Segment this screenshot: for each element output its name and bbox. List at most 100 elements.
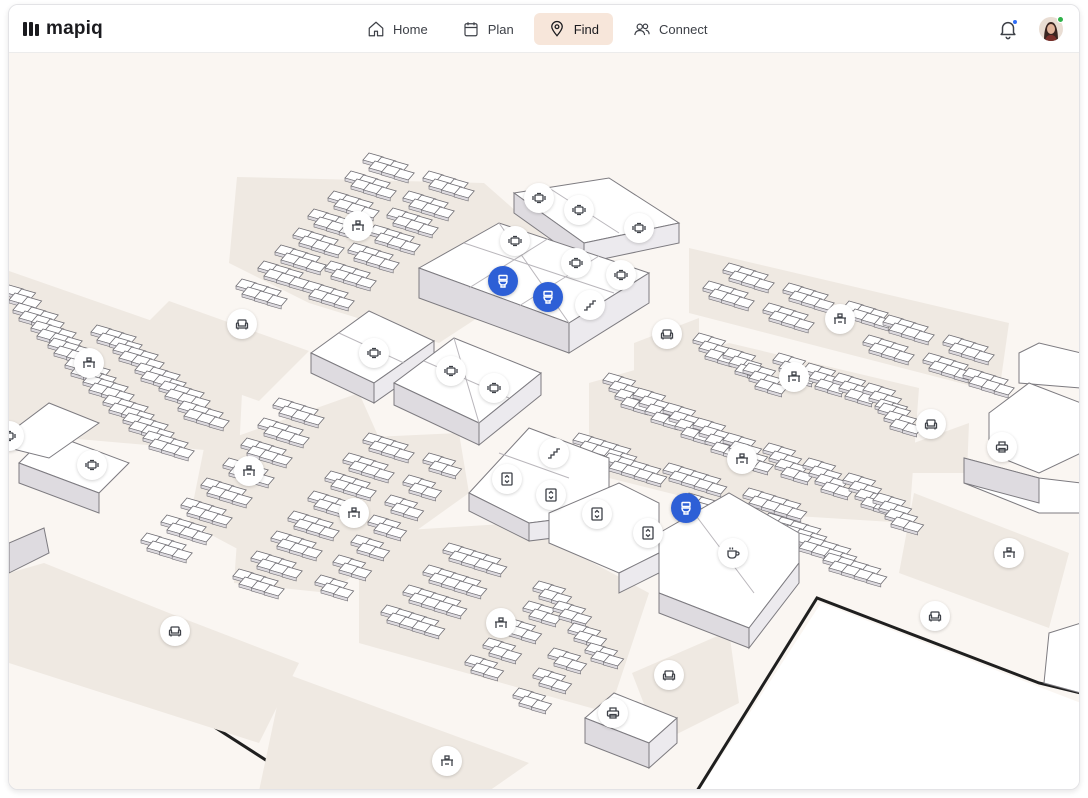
meeting-room-icon <box>632 222 646 234</box>
meeting-room-pin[interactable] <box>624 213 654 243</box>
desk-area-pin[interactable] <box>234 456 264 486</box>
nav-plan[interactable]: Plan <box>448 13 528 45</box>
notifications-button[interactable] <box>997 18 1019 40</box>
desk-area-icon <box>495 617 507 628</box>
desk-area-icon <box>834 313 846 324</box>
meeting-room-icon <box>444 365 458 377</box>
desk-area-pin[interactable] <box>343 211 373 241</box>
coffee-pin[interactable] <box>718 538 748 568</box>
mapiq-logo[interactable]: mapiq <box>23 17 103 41</box>
lounge-pin[interactable] <box>916 409 946 439</box>
printer-icon <box>995 441 1009 453</box>
notification-badge <box>1012 19 1018 25</box>
desk-area-icon <box>441 755 453 766</box>
stairs-pin[interactable] <box>575 290 605 320</box>
meeting-room-icon <box>614 269 628 281</box>
restroom-icon <box>681 501 691 515</box>
restroom-pin[interactable] <box>671 493 701 523</box>
meeting-room-pin[interactable] <box>77 450 107 480</box>
printer-icon <box>606 707 620 719</box>
lounge-icon <box>924 419 938 430</box>
desk-area-icon <box>83 357 95 368</box>
floor-map[interactable] <box>9 53 1079 789</box>
desk-area-pin[interactable] <box>486 608 516 638</box>
nav-home[interactable]: Home <box>353 13 442 45</box>
meeting-room-pin[interactable] <box>524 183 554 213</box>
location-pin-icon <box>550 20 563 37</box>
app-name: mapiq <box>46 18 103 39</box>
meeting-room-pin[interactable] <box>479 373 509 403</box>
lounge-pin[interactable] <box>227 309 257 339</box>
meeting-room-pin[interactable] <box>359 338 389 368</box>
lounge-icon <box>662 670 676 681</box>
desk-area-icon <box>348 507 360 518</box>
elevator-icon <box>545 488 557 502</box>
lounge-icon <box>660 329 674 340</box>
desk-area-pin[interactable] <box>825 304 855 334</box>
meeting-room-icon <box>572 204 586 216</box>
printer-pin[interactable] <box>598 698 628 728</box>
desk-area-icon <box>352 220 364 231</box>
meeting-room-pin[interactable] <box>436 356 466 386</box>
restroom-icon <box>498 274 508 288</box>
desk-area-pin[interactable] <box>74 348 104 378</box>
nav-find[interactable]: Find <box>533 13 614 45</box>
lounge-icon <box>235 319 249 330</box>
stairs-pin[interactable] <box>539 438 569 468</box>
meeting-room-icon <box>532 192 546 204</box>
nav-connect-label: Connect <box>659 21 708 37</box>
logo-mark-icon <box>23 22 40 36</box>
lounge-pin[interactable] <box>160 616 190 646</box>
coffee-icon <box>727 547 740 559</box>
user-avatar[interactable] <box>1039 16 1064 41</box>
online-status-dot <box>1057 16 1064 23</box>
main-nav: Home Plan Find Connect <box>353 13 721 45</box>
app-window: mapiq Home Plan Find Connect <box>8 4 1080 790</box>
elevator-icon <box>501 472 513 486</box>
desk-area-pin[interactable] <box>432 746 462 776</box>
nav-find-label: Find <box>573 21 600 37</box>
restroom-pin[interactable] <box>488 266 518 296</box>
lounge-pin[interactable] <box>920 601 950 631</box>
desk-area-pin[interactable] <box>994 538 1024 568</box>
meeting-room-pin[interactable] <box>500 226 530 256</box>
desk-area-icon <box>788 371 800 382</box>
calendar-icon <box>464 22 478 37</box>
elevator-pin[interactable] <box>582 499 612 529</box>
meeting-room-pin[interactable] <box>561 248 591 278</box>
lounge-icon <box>168 626 182 637</box>
restroom-pin[interactable] <box>533 282 563 312</box>
lounge-icon <box>928 611 942 622</box>
elevator-icon <box>591 507 603 521</box>
printer-pin[interactable] <box>987 432 1017 462</box>
meeting-room-icon <box>85 459 99 471</box>
meeting-room-icon <box>508 235 522 247</box>
stairs-icon <box>548 448 560 459</box>
desk-area-pin[interactable] <box>727 444 757 474</box>
desk-area-icon <box>736 453 748 464</box>
meeting-room-icon <box>487 382 501 394</box>
nav-plan-label: Plan <box>487 21 514 37</box>
desk-area-icon <box>243 465 255 476</box>
nav-home-label: Home <box>393 21 428 37</box>
elevator-pin[interactable] <box>633 518 663 548</box>
desk-area-icon <box>1003 547 1015 558</box>
elevator-pin[interactable] <box>492 464 522 494</box>
desk-area-pin[interactable] <box>779 362 809 392</box>
meeting-room-icon <box>569 257 583 269</box>
desk-area-pin[interactable] <box>339 498 369 528</box>
stairs-icon <box>584 300 596 311</box>
lounge-pin[interactable] <box>654 660 684 690</box>
elevator-pin[interactable] <box>536 480 566 510</box>
nav-connect[interactable]: Connect <box>619 13 721 45</box>
home-icon <box>368 21 384 37</box>
meeting-room-pin[interactable] <box>606 260 636 290</box>
lounge-pin[interactable] <box>652 319 682 349</box>
elevator-icon <box>642 526 654 540</box>
people-icon <box>634 23 650 36</box>
meeting-room-icon <box>367 347 381 359</box>
meeting-room-icon <box>9 430 16 442</box>
meeting-room-pin[interactable] <box>564 195 594 225</box>
top-navigation-bar: mapiq Home Plan Find Connect <box>9 5 1079 53</box>
restroom-icon <box>543 290 553 304</box>
